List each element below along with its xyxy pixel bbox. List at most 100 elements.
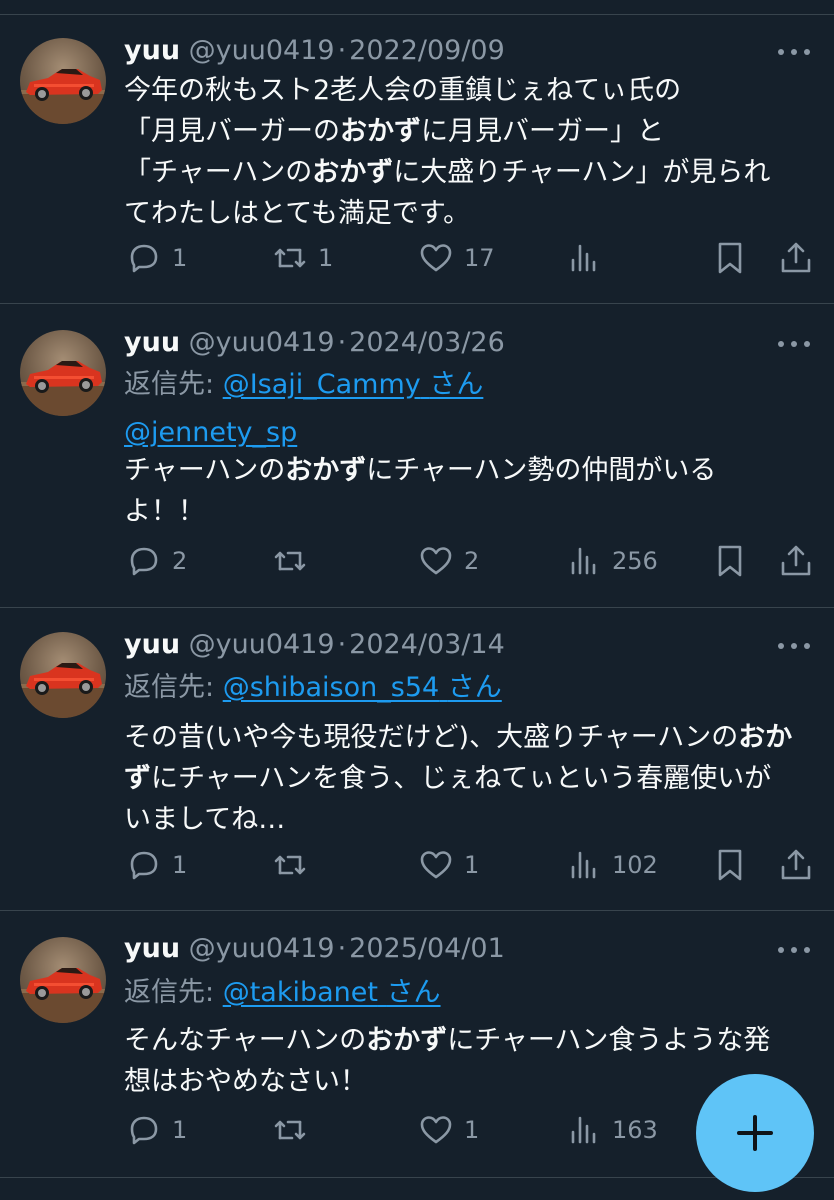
- tweet-text-line: ずにチャーハンを食う、じぇねてぃという春麗使いが: [124, 758, 804, 799]
- text-segment: てわたしはとても満足です。: [124, 198, 471, 229]
- text-segment: 今年の秋もスト2老人会の重鎮じぇねてぃ氏の: [124, 75, 682, 106]
- user-handle[interactable]: @yuu0419: [189, 629, 335, 660]
- reply-button[interactable]: 1: [126, 1110, 187, 1150]
- display-name[interactable]: yuu: [124, 327, 180, 358]
- tweet-text-line: 想はおやめなさい！: [124, 1061, 804, 1102]
- three-dots-icon[interactable]: [778, 339, 810, 349]
- views-button[interactable]: 256: [566, 541, 658, 581]
- share-button[interactable]: [778, 845, 814, 885]
- share-button[interactable]: [778, 238, 814, 278]
- separator-dot: ·: [337, 327, 347, 358]
- bar-chart-icon: [571, 1116, 596, 1144]
- views-button[interactable]: [566, 238, 612, 278]
- post-date[interactable]: 2024/03/14: [349, 629, 505, 660]
- reply-button[interactable]: 1: [126, 238, 187, 278]
- tweet-actions: 1 1 17: [0, 238, 834, 278]
- tweet[interactable]: yuu @yuu0419 · 2024/03/26 返信先: @Isaji_Cammy…: [0, 304, 834, 608]
- text-segment: に月見バーガー」と: [421, 116, 664, 147]
- post-date[interactable]: 2024/03/26: [349, 327, 505, 358]
- text-segment: にチャーハンを食う、じぇねてぃという春麗使いが: [151, 763, 772, 794]
- share-upload-icon: [781, 545, 811, 576]
- like-button[interactable]: 2: [418, 541, 479, 581]
- bar-chart-icon: [571, 851, 596, 879]
- views-button[interactable]: 102: [566, 845, 658, 885]
- user-handle[interactable]: @yuu0419: [189, 327, 335, 358]
- retweet-arrows-icon: [274, 248, 306, 268]
- bookmark-button[interactable]: [712, 238, 748, 278]
- replies-count: 1: [172, 244, 188, 272]
- highlighted-keyword: おかず: [366, 1025, 448, 1056]
- tweet[interactable]: yuu @yuu0419 · 2022/09/09 今年の秋もスト2老人会の重鎮じぇね…: [0, 0, 834, 304]
- like-button[interactable]: 1: [418, 1110, 479, 1150]
- separator-dot: ·: [337, 933, 347, 964]
- reply-to-suffix: さん: [386, 977, 441, 1008]
- bookmark-icon: [718, 242, 742, 274]
- post-date[interactable]: 2022/09/09: [349, 35, 505, 66]
- heart-icon: [420, 547, 452, 575]
- bookmark-button[interactable]: [712, 541, 748, 581]
- replying-to: 返信先: @takibanet さん: [124, 976, 441, 1010]
- compose-fab-button[interactable]: [696, 1074, 814, 1192]
- speech-bubble-icon: [130, 547, 158, 576]
- tweet-text-line: その昔(いや今も現役だけど)、大盛りチャーハンのおか: [124, 717, 804, 758]
- reply-to-mention-link[interactable]: @takibanet さん: [223, 977, 441, 1008]
- tweet-text-line: 今年の秋もスト2老人会の重鎮じぇねてぃ氏の: [124, 70, 804, 111]
- avatar[interactable]: [20, 330, 106, 416]
- like-button[interactable]: 1: [418, 845, 479, 885]
- reply-to-handle: @shibaison_s54: [222, 672, 440, 703]
- tweet-text-line: よ！！: [124, 491, 804, 532]
- three-dots-icon[interactable]: [778, 945, 810, 955]
- avatar[interactable]: [20, 937, 106, 1023]
- tweet-actions: 1 1 102: [0, 845, 834, 885]
- likes-count: 1: [464, 1116, 480, 1144]
- speech-bubble-icon: [130, 1116, 158, 1145]
- tweet-text-line: チャーハンのおかずにチャーハン勢の仲間がいる: [124, 450, 804, 491]
- mention-link[interactable]: @jennety_sp: [124, 417, 297, 448]
- avatar[interactable]: [20, 632, 106, 718]
- replying-to: 返信先: @shibaison_s54 さん: [124, 671, 502, 705]
- highlighted-keyword: ず: [124, 763, 151, 794]
- avatar[interactable]: [20, 38, 106, 124]
- bar-chart-icon: [571, 244, 596, 272]
- reply-to-suffix: さん: [429, 369, 484, 400]
- reply-button[interactable]: 2: [126, 541, 187, 581]
- text-segment: に大盛りチャーハン」が見られ: [393, 157, 771, 188]
- like-button[interactable]: 17: [418, 238, 495, 278]
- tweet-text-line: いましてね…: [124, 799, 804, 840]
- three-dots-icon[interactable]: [778, 47, 810, 57]
- replying-to: 返信先: @Isaji_Cammy さん: [124, 368, 483, 402]
- text-segment: いましてね…: [124, 804, 286, 835]
- retweet-button[interactable]: 1: [272, 238, 333, 278]
- reply-to-mention-link[interactable]: @shibaison_s54 さん: [223, 672, 502, 703]
- post-date[interactable]: 2025/04/01: [349, 933, 505, 964]
- highlighted-keyword: おかず: [340, 116, 421, 147]
- user-handle[interactable]: @yuu0419: [189, 35, 335, 66]
- text-segment: その昔(いや今も現役だけど)、大盛りチャーハンの: [124, 722, 739, 753]
- retweet-button[interactable]: [272, 541, 318, 581]
- reply-button[interactable]: 1: [126, 845, 187, 885]
- heart-icon: [420, 244, 452, 272]
- tweet-text: その昔(いや今も現役だけど)、大盛りチャーハンのおか ずにチャーハンを食う、じぇね…: [124, 717, 804, 840]
- text-segment: 「月見バーガーの: [124, 116, 340, 147]
- three-dots-icon[interactable]: [778, 641, 810, 651]
- user-handle[interactable]: @yuu0419: [189, 933, 335, 964]
- views-count: 163: [612, 1116, 658, 1144]
- tweet-header: yuu @yuu0419 · 2024/03/26: [124, 326, 505, 360]
- tweet-header: yuu @yuu0419 · 2025/04/01: [124, 932, 505, 966]
- retweet-button[interactable]: [272, 845, 318, 885]
- text-segment: 「チャーハンの: [124, 157, 313, 188]
- retweet-button[interactable]: [272, 1110, 318, 1150]
- separator-dot: ·: [337, 35, 347, 66]
- text-segment: 想はおやめなさい！: [124, 1066, 367, 1097]
- tweet[interactable]: yuu @yuu0419 · 2024/03/14 返信先: @shibaison_s…: [0, 608, 834, 911]
- bookmark-button[interactable]: [712, 845, 748, 885]
- display-name[interactable]: yuu: [124, 35, 180, 66]
- views-button[interactable]: 163: [566, 1110, 658, 1150]
- share-button[interactable]: [778, 541, 814, 581]
- display-name[interactable]: yuu: [124, 629, 180, 660]
- heart-icon: [420, 1116, 452, 1144]
- text-segment: にチャーハン勢の仲間がいる: [366, 455, 717, 486]
- reply-to-mention-link[interactable]: @Isaji_Cammy さん: [223, 369, 484, 400]
- display-name[interactable]: yuu: [124, 933, 180, 964]
- replying-to-label: 返信先:: [124, 369, 223, 400]
